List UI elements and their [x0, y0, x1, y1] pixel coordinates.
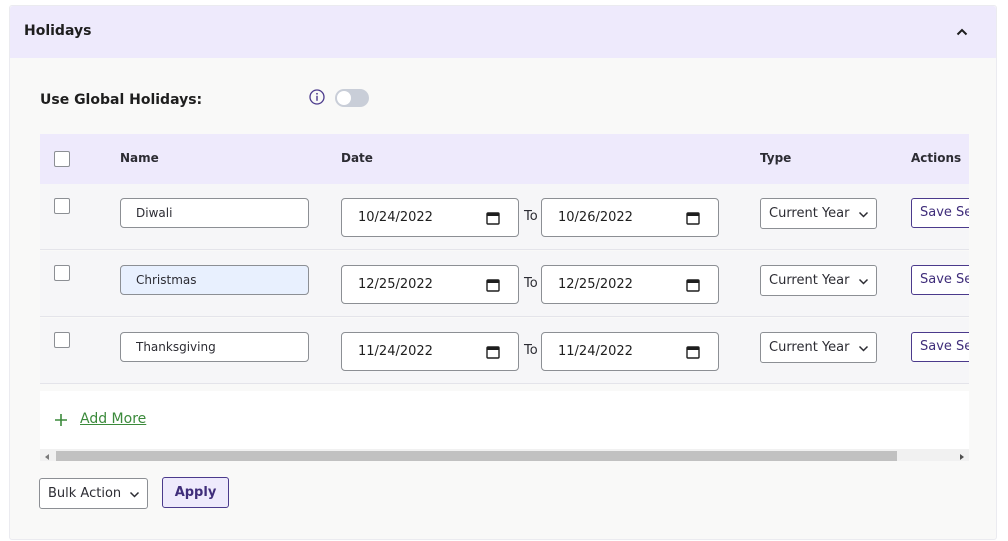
apply-button-label: Apply	[174, 485, 217, 500]
date-from-value: 10/24/2022	[358, 210, 433, 225]
toggle-knob	[337, 91, 351, 105]
holidays-panel: Holidays Use Global Holidays: Name Date …	[9, 5, 997, 540]
calendar-icon[interactable]	[686, 211, 700, 225]
panel-header[interactable]: Holidays	[10, 6, 996, 58]
date-from-value: 11/24/2022	[358, 344, 433, 359]
holiday-name-input[interactable]	[120, 265, 309, 295]
type-select[interactable]: Current Year	[760, 332, 877, 363]
scroll-right-arrow-icon[interactable]	[958, 453, 966, 461]
row-checkbox[interactable]	[54, 332, 70, 348]
date-to-input[interactable]: 10/26/2022	[541, 198, 719, 237]
save-button[interactable]: Save Se	[911, 265, 969, 295]
date-from-input[interactable]: 11/24/2022	[341, 332, 519, 371]
chevron-down-icon	[858, 211, 869, 218]
column-header-type: Type	[760, 151, 792, 165]
to-label: To	[524, 343, 538, 358]
column-header-date: Date	[341, 151, 373, 165]
chevron-up-icon[interactable]	[952, 22, 972, 42]
calendar-icon[interactable]	[686, 278, 700, 292]
chevron-down-icon	[858, 345, 869, 352]
type-select-value: Current Year	[769, 273, 850, 288]
holidays-table: Name Date Type Actions 10/24/2022 To 10/…	[40, 134, 969, 461]
holiday-name-input[interactable]	[120, 332, 309, 362]
add-more-row: Add More	[40, 391, 969, 449]
panel-title: Holidays	[24, 23, 92, 39]
type-select[interactable]: Current Year	[760, 265, 877, 296]
date-from-value: 12/25/2022	[358, 277, 433, 292]
save-button-label: Save Se	[920, 205, 969, 220]
scroll-left-arrow-icon[interactable]	[43, 453, 51, 461]
holiday-name-input[interactable]	[120, 198, 309, 228]
date-to-value: 10/26/2022	[558, 210, 633, 225]
row-checkbox[interactable]	[54, 198, 70, 214]
table-row: 12/25/2022 To 12/25/2022 Current Year	[40, 251, 969, 317]
horizontal-scrollbar[interactable]	[40, 449, 969, 461]
date-from-input[interactable]: 12/25/2022	[341, 265, 519, 304]
apply-button[interactable]: Apply	[162, 477, 229, 508]
calendar-icon[interactable]	[486, 211, 500, 225]
scrollbar-thumb[interactable]	[56, 451, 897, 461]
date-to-input[interactable]: 12/25/2022	[541, 265, 719, 304]
chevron-down-icon	[129, 491, 140, 498]
date-to-input[interactable]: 11/24/2022	[541, 332, 719, 371]
date-to-value: 11/24/2022	[558, 344, 633, 359]
type-select-value: Current Year	[769, 340, 850, 355]
row-checkbox[interactable]	[54, 265, 70, 281]
bulk-action-value: Bulk Action	[48, 486, 122, 501]
column-header-name: Name	[120, 151, 159, 165]
plus-icon[interactable]	[54, 413, 68, 427]
date-to-value: 12/25/2022	[558, 277, 633, 292]
save-button-label: Save Se	[920, 339, 969, 354]
to-label: To	[524, 209, 538, 224]
type-select[interactable]: Current Year	[760, 198, 877, 229]
save-button[interactable]: Save Se	[911, 332, 969, 362]
info-icon[interactable]	[309, 89, 325, 105]
calendar-icon[interactable]	[686, 345, 700, 359]
add-more-link[interactable]: Add More	[80, 411, 146, 427]
global-holidays-label: Use Global Holidays:	[40, 92, 203, 108]
select-all-checkbox[interactable]	[54, 151, 70, 167]
chevron-down-icon	[858, 278, 869, 285]
to-label: To	[524, 276, 538, 291]
bulk-action-select[interactable]: Bulk Action	[39, 478, 148, 509]
type-select-value: Current Year	[769, 206, 850, 221]
global-holidays-toggle[interactable]	[335, 89, 369, 107]
table-row: 11/24/2022 To 11/24/2022 Current Year	[40, 318, 969, 384]
save-button[interactable]: Save Se	[911, 198, 969, 228]
table-header: Name Date Type Actions	[40, 134, 969, 184]
date-from-input[interactable]: 10/24/2022	[341, 198, 519, 237]
save-button-label: Save Se	[920, 272, 969, 287]
table-row: 10/24/2022 To 10/26/2022 Current Year	[40, 184, 969, 250]
calendar-icon[interactable]	[486, 345, 500, 359]
column-header-actions: Actions	[911, 151, 962, 165]
calendar-icon[interactable]	[486, 278, 500, 292]
